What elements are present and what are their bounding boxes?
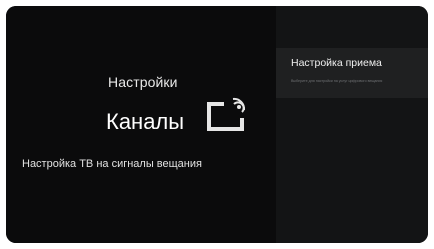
menu-item-label: Настройка приема xyxy=(291,57,382,69)
settings-menu-pane: Настройка приема Выберите для настройки … xyxy=(276,6,428,243)
section-description: Настройка ТВ на сигналы вещания xyxy=(22,158,202,170)
menu-item-reception-setup[interactable]: Настройка приема Выберите для настройки … xyxy=(276,48,428,98)
broadcast-screen-icon xyxy=(207,97,246,131)
settings-info-pane: Настройки Каналы Настройка ТВ на сигналы… xyxy=(6,6,276,243)
settings-category-label: Настройки xyxy=(108,74,178,90)
menu-item-subtitle: Выберите для настройки на услуг цифровог… xyxy=(291,79,383,83)
tv-screen: Настройки Каналы Настройка ТВ на сигналы… xyxy=(6,6,428,243)
section-title: Каналы xyxy=(106,109,185,134)
